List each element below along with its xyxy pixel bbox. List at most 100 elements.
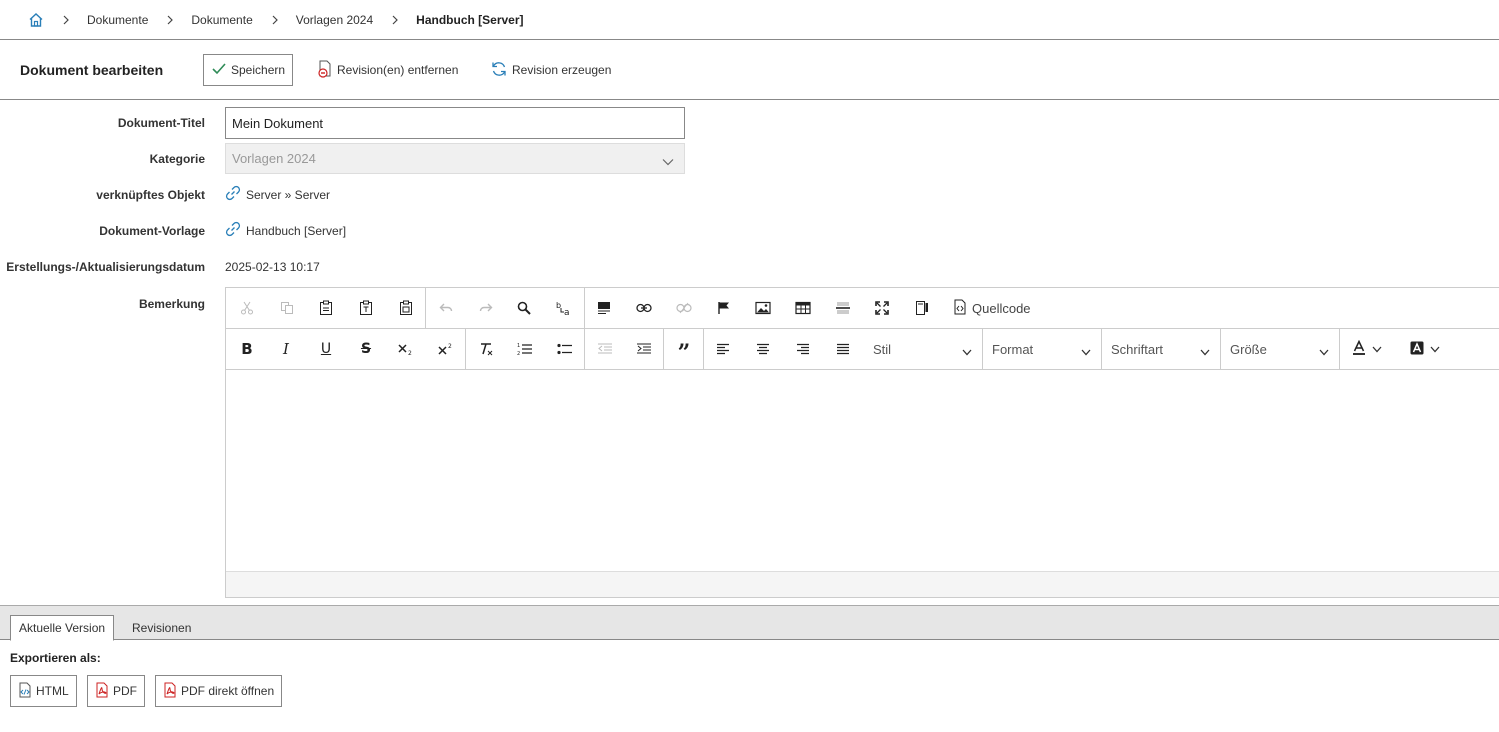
tab-revisions[interactable]: Revisionen <box>124 615 199 641</box>
remove-format-icon[interactable] <box>466 329 506 369</box>
format-dropdown[interactable]: Format <box>982 329 1101 369</box>
source-code-button[interactable]: Quellcode <box>942 288 1042 328</box>
copy-icon[interactable] <box>267 288 307 328</box>
breadcrumb: Dokumente Dokumente Vorlagen 2024 Handbu… <box>0 0 1499 40</box>
text-color-button[interactable] <box>1346 329 1396 369</box>
indent-icon[interactable] <box>624 329 664 369</box>
horizontal-line-icon[interactable] <box>823 288 863 328</box>
editor-toolbar-row-2: B I U S 2 2 12 ” Stil Format Schriftart <box>226 329 1499 370</box>
export-html-button[interactable]: HTML <box>10 675 77 707</box>
create-revision-label: Revision erzeugen <box>512 63 612 77</box>
bullet-list-icon[interactable] <box>545 329 585 369</box>
table-icon[interactable] <box>783 288 823 328</box>
cut-icon[interactable] <box>227 288 267 328</box>
font-dropdown-label: Schriftart <box>1111 341 1164 357</box>
breadcrumb-item[interactable]: Dokumente <box>87 13 148 27</box>
version-tabs: Aktuelle Version Revisionen <box>0 605 1499 641</box>
bold-icon[interactable]: B <box>227 329 267 369</box>
source-code-icon <box>954 299 966 318</box>
title-label: Dokument-Titel <box>117 116 205 130</box>
italic-icon[interactable]: I <box>266 329 306 369</box>
toolbar-separator <box>1339 329 1340 369</box>
breadcrumb-item[interactable]: Dokumente <box>191 13 252 27</box>
replace-icon[interactable]: ba <box>544 288 584 328</box>
html-file-icon <box>18 682 32 701</box>
align-center-icon[interactable] <box>743 329 783 369</box>
anchor-flag-icon[interactable] <box>704 288 744 328</box>
style-dropdown-label: Stil <box>873 341 892 357</box>
export-label: Exportieren als: <box>10 651 101 665</box>
blockquote-icon[interactable]: ” <box>664 329 704 369</box>
export-pdf-open-button[interactable]: PDF direkt öffnen <box>155 675 283 707</box>
size-dropdown[interactable]: Größe <box>1220 329 1339 369</box>
category-select[interactable]: Vorlagen 2024 <box>225 143 685 174</box>
strikethrough-icon[interactable]: S <box>346 329 386 369</box>
template-link[interactable]: Handbuch [Server] <box>225 221 346 240</box>
chevron-down-icon <box>1200 344 1210 359</box>
linked-object-link[interactable]: Server » Server <box>225 185 330 204</box>
svg-text:2: 2 <box>408 350 412 356</box>
tab-current-version[interactable]: Aktuelle Version <box>10 615 115 641</box>
template-label: Dokument-Vorlage <box>99 224 205 238</box>
chevron-right-icon <box>271 15 283 25</box>
numbered-list-icon[interactable]: 12 <box>505 329 545 369</box>
chevron-down-icon <box>1319 344 1329 359</box>
style-dropdown[interactable]: Stil <box>863 329 982 369</box>
create-revision-button[interactable]: Revision erzeugen <box>483 54 618 86</box>
source-code-label: Quellcode <box>972 300 1031 316</box>
chevron-right-icon <box>62 15 74 25</box>
chevron-down-icon <box>1430 342 1440 356</box>
show-blocks-icon[interactable] <box>902 288 942 328</box>
editor-toolbar-row-1: ba Quellcode <box>226 288 1499 329</box>
check-icon <box>211 62 227 79</box>
remove-revisions-button[interactable]: Revision(en) entfernen <box>310 54 465 86</box>
rich-text-editor: ba Quellcode B I U S 2 2 12 ” Stil Forma… <box>225 287 1499 598</box>
align-justify-icon[interactable] <box>823 329 863 369</box>
category-label: Kategorie <box>149 152 205 166</box>
export-html-label: HTML <box>36 684 69 698</box>
save-button[interactable]: Speichern <box>203 54 294 86</box>
underline-icon[interactable]: U <box>306 329 346 369</box>
svg-text:2: 2 <box>448 343 452 350</box>
save-label: Speichern <box>231 63 286 77</box>
category-value: Vorlagen 2024 <box>232 151 316 166</box>
svg-text:2: 2 <box>517 351 520 356</box>
svg-text:1: 1 <box>517 343 520 349</box>
background-color-button[interactable] <box>1404 329 1454 369</box>
paste-text-icon[interactable] <box>346 288 386 328</box>
format-dropdown-label: Format <box>992 341 1034 357</box>
subscript-icon[interactable]: 2 <box>386 329 426 369</box>
search-icon[interactable] <box>504 288 544 328</box>
editor-status-bar <box>226 571 1499 597</box>
maximize-icon[interactable] <box>862 288 902 328</box>
refresh-icon <box>490 60 508 81</box>
title-input[interactable] <box>225 107 685 139</box>
align-right-icon[interactable] <box>783 329 823 369</box>
editor-content-area[interactable] <box>226 370 1499 571</box>
size-dropdown-label: Größe <box>1230 341 1267 357</box>
link-icon[interactable] <box>624 288 664 328</box>
breadcrumb-item[interactable]: Vorlagen 2024 <box>296 13 373 27</box>
home-icon[interactable] <box>28 12 44 28</box>
chevron-right-icon <box>166 15 178 25</box>
remove-revisions-label: Revision(en) entfernen <box>337 63 459 77</box>
image-icon[interactable] <box>743 288 783 328</box>
page-title: Dokument bearbeiten <box>20 62 164 78</box>
font-dropdown[interactable]: Schriftart <box>1101 329 1220 369</box>
export-pdf-button[interactable]: PDF <box>87 675 145 707</box>
unlink-icon[interactable] <box>664 288 704 328</box>
align-left-icon[interactable] <box>703 329 743 369</box>
remark-label: Bemerkung <box>138 297 205 311</box>
undo-icon[interactable] <box>426 288 466 328</box>
superscript-icon[interactable]: 2 <box>426 329 466 369</box>
document-remove-icon <box>317 60 333 81</box>
pdf-file-icon <box>163 682 177 701</box>
paste-word-icon[interactable] <box>386 288 426 328</box>
svg-text:a: a <box>564 308 570 316</box>
paste-icon[interactable] <box>306 288 346 328</box>
redo-icon[interactable] <box>466 288 506 328</box>
select-all-icon[interactable] <box>584 288 624 328</box>
background-color-icon <box>1410 341 1424 358</box>
outdent-icon[interactable] <box>585 329 625 369</box>
svg-text:b: b <box>556 301 561 310</box>
